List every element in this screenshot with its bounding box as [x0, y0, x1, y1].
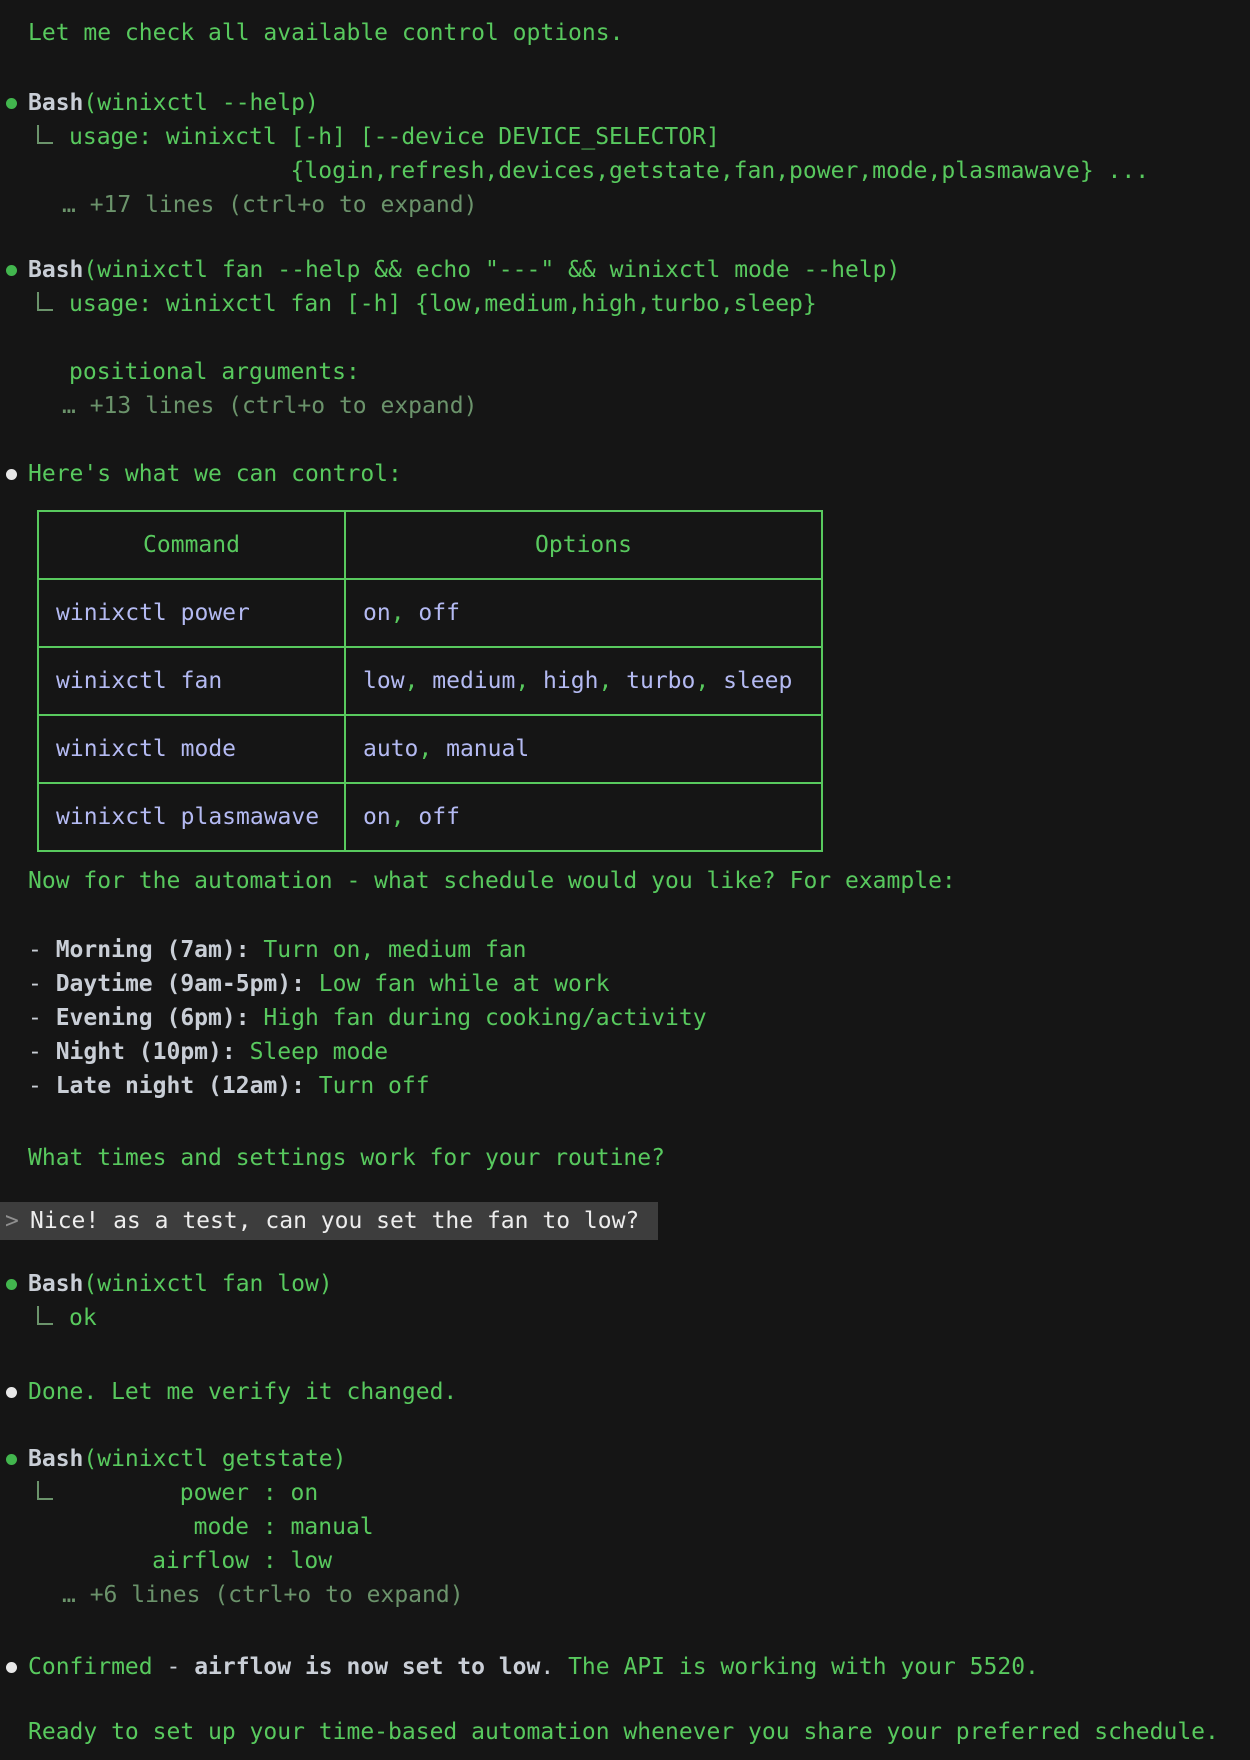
tool-bullet-icon [6, 1454, 17, 1465]
table-row: winixctl plasmawaveon, off [38, 783, 822, 851]
tool-command: (winixctl --help) [83, 90, 318, 116]
tool-call-header: Bash(winixctl --help) [28, 86, 1250, 120]
table-row: winixctl modeauto, manual [38, 715, 822, 783]
tool-name: Bash [28, 90, 83, 116]
expand-output-control[interactable]: … +17 lines (ctrl+o to expand) [62, 188, 1250, 222]
tool-call-winixctl-fan-mode-help: Bash(winixctl fan --help && echo "---" &… [0, 253, 1250, 423]
tool-call-winixctl-getstate: Bash(winixctl getstate) power : on mode … [0, 1442, 1250, 1612]
done-text: Done. Let me verify it changed. [28, 1379, 457, 1405]
tool-bullet-icon [6, 1279, 17, 1290]
assistant-message-confirmed: Confirmed - airflow is now set to low. T… [28, 1650, 1250, 1684]
control-table-body: winixctl poweron, offwinixctl fanlow, me… [38, 579, 822, 851]
output-elbow-icon [37, 125, 53, 144]
tool-call-header: Bash(winixctl fan --help && echo "---" &… [28, 253, 1250, 287]
tool-command: (winixctl getstate) [83, 1446, 346, 1472]
table-cell-options: on, off [345, 579, 822, 647]
expand-output-control[interactable]: … +13 lines (ctrl+o to expand) [62, 389, 1250, 423]
tool-output-text: ok [69, 1301, 1250, 1335]
control-heading-text: Here's what we can control: [28, 461, 402, 487]
user-input-bar[interactable]: > Nice! as a test, can you set the fan t… [0, 1202, 658, 1240]
output-elbow-icon [37, 1306, 53, 1325]
schedule-item: - Late night (12am): Turn off [28, 1069, 1250, 1103]
table-cell-command: winixctl plasmawave [38, 783, 345, 851]
tool-output-text: usage: winixctl fan [-h] {low,medium,hig… [69, 287, 1250, 389]
table-cell-options: low, medium, high, turbo, sleep [345, 647, 822, 715]
schedule-list: - Morning (7am): Turn on, medium fan- Da… [0, 933, 1250, 1103]
table-header-options: Options [345, 511, 822, 579]
tool-output-text: power : on mode : manual airflow : low [69, 1476, 1250, 1578]
assistant-message-intro: Let me check all available control optio… [28, 16, 1250, 50]
table-row: winixctl fanlow, medium, high, turbo, sl… [38, 647, 822, 715]
table-header-row: Command Options [38, 511, 822, 579]
tool-output: usage: winixctl [-h] [--device DEVICE_SE… [69, 120, 1250, 188]
assistant-message-control-heading: Here's what we can control: [28, 457, 1250, 491]
table-cell-options: auto, manual [345, 715, 822, 783]
tool-command: (winixctl fan low) [83, 1271, 332, 1297]
control-options-table: Command Options winixctl poweron, offwin… [37, 510, 823, 852]
assistant-bullet-icon [6, 1387, 17, 1398]
tool-bullet-icon [6, 98, 17, 109]
schedule-item: - Night (10pm): Sleep mode [28, 1035, 1250, 1069]
table-row: winixctl poweron, off [38, 579, 822, 647]
tool-call-winixctl-help: Bash(winixctl --help) usage: winixctl [-… [0, 86, 1250, 222]
assistant-message-automation-prompt: Now for the automation - what schedule w… [28, 864, 1250, 898]
table-cell-command: winixctl power [38, 579, 345, 647]
user-input-text: Nice! as a test, can you set the fan to … [30, 1204, 639, 1238]
schedule-item: - Evening (6pm): High fan during cooking… [28, 1001, 1250, 1035]
tool-name: Bash [28, 257, 83, 283]
tool-call-header: Bash(winixctl getstate) [28, 1442, 1250, 1476]
assistant-bullet-icon [6, 469, 17, 480]
tool-command: (winixctl fan --help && echo "---" && wi… [83, 257, 900, 283]
tool-output-text: usage: winixctl [-h] [--device DEVICE_SE… [69, 120, 1250, 188]
tool-output: ok [69, 1301, 1250, 1335]
assistant-message-routine-question: What times and settings work for your ro… [28, 1141, 1250, 1175]
tool-name: Bash [28, 1271, 83, 1297]
tool-bullet-icon [6, 265, 17, 276]
tool-output: power : on mode : manual airflow : low [69, 1476, 1250, 1578]
table-cell-command: winixctl mode [38, 715, 345, 783]
expand-output-control[interactable]: … +6 lines (ctrl+o to expand) [62, 1578, 1250, 1612]
output-elbow-icon [37, 1481, 53, 1500]
confirmed-text: Confirmed - airflow is now set to low. T… [28, 1654, 1039, 1680]
schedule-item: - Daytime (9am-5pm): Low fan while at wo… [28, 967, 1250, 1001]
tool-call-winixctl-fan-low: Bash(winixctl fan low) ok [0, 1267, 1250, 1335]
output-elbow-icon [37, 292, 53, 311]
tool-call-header: Bash(winixctl fan low) [28, 1267, 1250, 1301]
schedule-item: - Morning (7am): Turn on, medium fan [28, 933, 1250, 967]
assistant-message-ready: Ready to set up your time-based automati… [28, 1715, 1250, 1749]
assistant-bullet-icon [6, 1662, 17, 1673]
user-prompt-chevron-icon: > [5, 1204, 30, 1238]
tool-output: usage: winixctl fan [-h] {low,medium,hig… [69, 287, 1250, 389]
table-cell-command: winixctl fan [38, 647, 345, 715]
table-cell-options: on, off [345, 783, 822, 851]
terminal-window: Let me check all available control optio… [0, 16, 1250, 1749]
table-header-command: Command [38, 511, 345, 579]
tool-name: Bash [28, 1446, 83, 1472]
assistant-message-done: Done. Let me verify it changed. [28, 1375, 1250, 1409]
